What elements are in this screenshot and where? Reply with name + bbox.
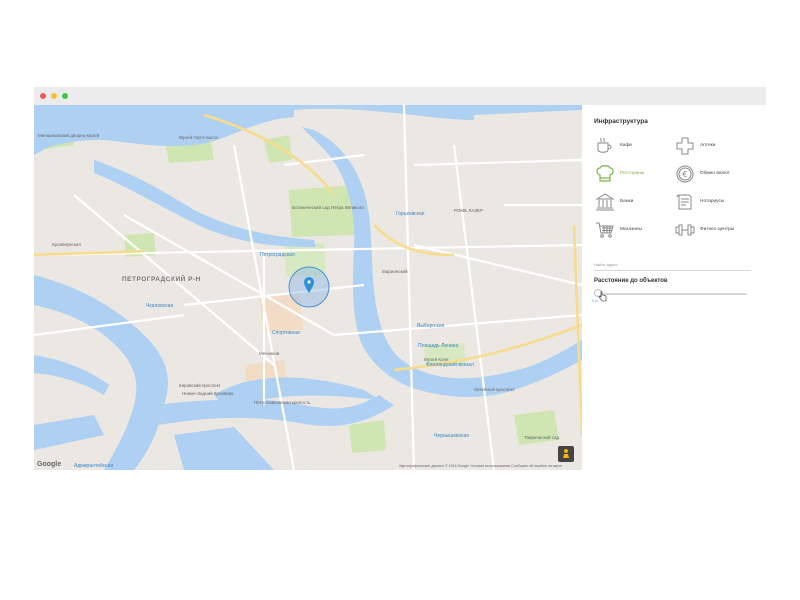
google-logo[interactable]: Google <box>37 461 61 468</box>
map-place-label: Музей Гаупт-вахта <box>179 135 218 140</box>
infra-item-label: Магазины <box>620 227 642 232</box>
svg-text:€: € <box>682 170 687 179</box>
hand-cursor-icon <box>598 291 607 302</box>
map-place-label: Кронверкская <box>52 242 81 247</box>
chef-hat-icon <box>594 163 616 185</box>
close-window-button[interactable] <box>40 93 46 99</box>
map-place-label: Меншиковский дворец-музей <box>38 133 100 138</box>
metro-station-label: Выборгская <box>417 323 445 329</box>
map-place-label: Мариинский <box>382 269 408 274</box>
map-place-label: Петропавловская крепость <box>254 400 311 405</box>
euro-coin-icon: € <box>674 163 696 185</box>
metro-station-label: Площадь Ленина <box>418 343 459 349</box>
infra-item-restaurants[interactable]: Рестораны <box>594 163 674 185</box>
map-place-label: Кировский проспект <box>179 383 221 388</box>
infra-item-label: Рестораны <box>620 171 645 176</box>
map-place-label: РОМБ ЛАЗЕР <box>454 208 483 213</box>
metro-station-label: Спортивная <box>272 330 300 336</box>
street-view-pegman-icon[interactable] <box>558 446 574 462</box>
infra-item-label: Фитнес-центры <box>700 227 735 232</box>
infra-item-banks[interactable]: Банки <box>594 191 674 213</box>
pharmacy-cross-icon <box>674 135 696 157</box>
infra-item-label: Банки <box>620 199 634 204</box>
metro-station-label: Чкаловская <box>146 303 174 309</box>
infra-item-label: Обмен валют <box>700 171 730 176</box>
infra-item-cafe[interactable]: Кафе <box>594 135 674 157</box>
infra-item-label: Кафе <box>620 143 633 148</box>
map-place-label: Литейный проспект <box>474 387 515 392</box>
address-search-input[interactable]: Найти адрес <box>594 262 751 271</box>
maximize-window-button[interactable] <box>62 93 68 99</box>
minimize-window-button[interactable] <box>51 93 57 99</box>
district-label: ПЕТРОГРАДСКИЙ Р-Н <box>122 276 201 283</box>
distance-slider-value: 0 м <box>592 299 598 303</box>
map-place-label: Мечников <box>259 351 280 356</box>
map-place-label: Ботанический сад Петра Великого <box>292 205 364 210</box>
map-place-label: Нижне-Задний Кронверк <box>182 391 234 396</box>
infra-item-fitness[interactable]: Фитнес-центры <box>674 219 754 241</box>
infrastructure-title: Инфраструктура <box>594 118 648 125</box>
metro-station-label: Адмиралтейская <box>74 463 114 469</box>
distance-title: Расстояние до объектов <box>594 278 668 284</box>
infra-item-pharmacy[interactable]: Аптеки <box>674 135 754 157</box>
map-canvas[interactable] <box>34 105 582 470</box>
infra-item-label: Аптеки <box>700 143 716 148</box>
infra-item-label: Нотариусы <box>700 199 725 204</box>
infra-item-currency-exchange[interactable]: € Обмен валют <box>674 163 754 185</box>
map-attribution[interactable]: Картографические данные © 2016 Google Ус… <box>399 464 562 468</box>
metro-station-label: Чернышевская <box>434 433 469 439</box>
metro-station-label: Петроградская <box>260 252 295 258</box>
browser-window: ПЕТРОГРАДСКИЙ Р-Н Меншиковский дворец-му… <box>34 87 766 470</box>
dumbbell-icon <box>674 219 696 241</box>
infra-item-notaries[interactable]: Нотариусы <box>674 191 754 213</box>
metro-station-label: Горьковская <box>396 211 425 217</box>
map-view[interactable]: ПЕТРОГРАДСКИЙ Р-Н Меншиковский дворец-му… <box>34 105 582 470</box>
metro-station-label: Финляндский вокзал <box>426 362 474 368</box>
infra-item-shops[interactable]: Магазины <box>594 219 674 241</box>
infrastructure-panel: Инфраструктура Кафе Аптеки Рестораны € О… <box>582 105 766 470</box>
coffee-cup-icon <box>594 135 616 157</box>
window-titlebar <box>34 87 766 105</box>
notary-document-icon <box>674 191 696 213</box>
distance-slider-track[interactable] <box>602 293 747 295</box>
map-place-label: Таврический сад <box>524 435 560 440</box>
shopping-cart-icon <box>594 219 616 241</box>
bank-icon <box>594 191 616 213</box>
